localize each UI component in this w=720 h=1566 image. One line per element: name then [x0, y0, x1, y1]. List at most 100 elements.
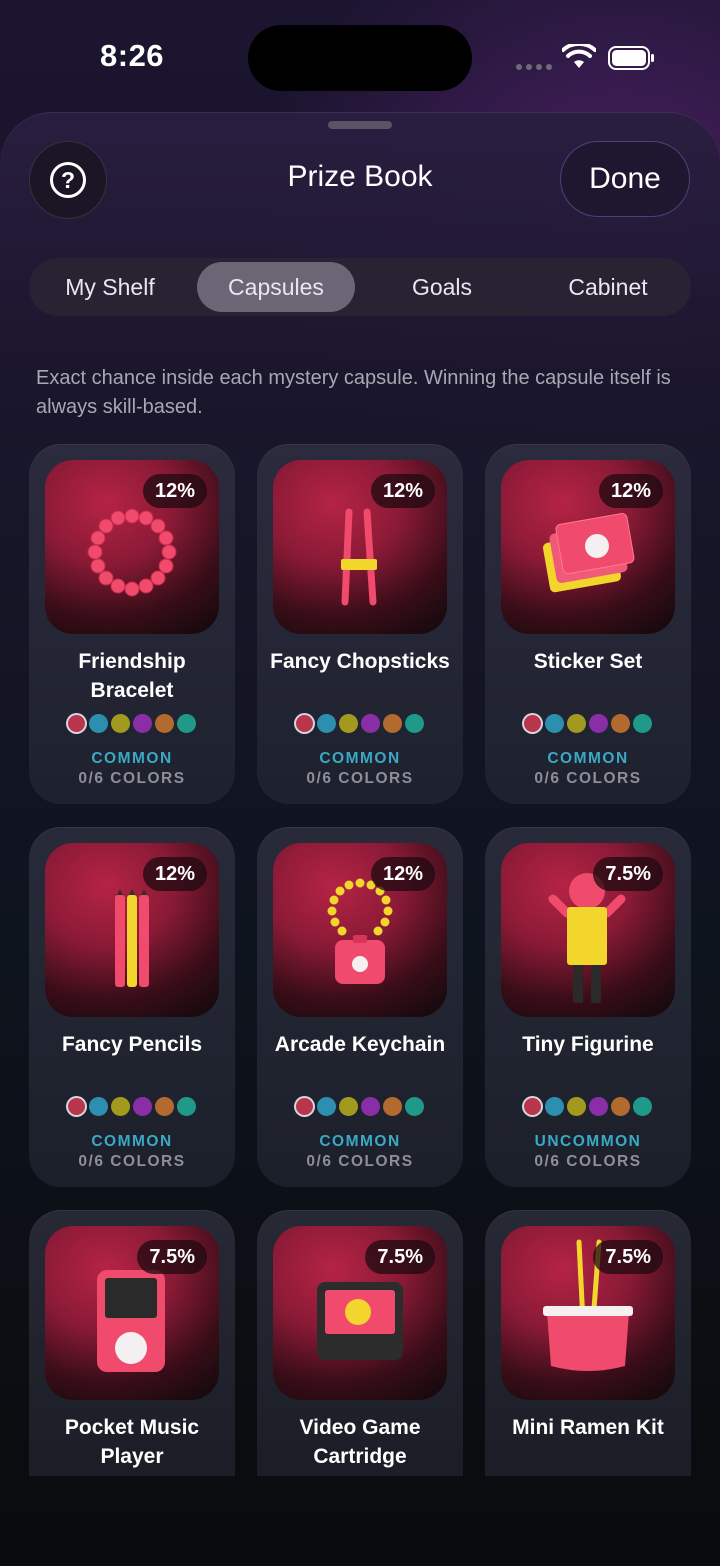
rarity-label: COMMON: [319, 1133, 401, 1150]
tab-goals[interactable]: Goals: [361, 258, 523, 316]
prize-art: 7.5%: [501, 843, 675, 1017]
swatch-olive: [111, 714, 130, 733]
colors-count: 0/6 COLORS: [306, 1153, 414, 1170]
prize-name: Mini Ramen Kit: [512, 1416, 664, 1439]
colors-count: 0/6 COLORS: [306, 770, 414, 787]
prize-art: 7.5%: [501, 1226, 675, 1400]
done-button[interactable]: Done: [560, 141, 690, 217]
chance-badge: 12%: [370, 474, 435, 508]
tab-my-shelf[interactable]: My Shelf: [29, 258, 191, 316]
swatch-orange: [383, 714, 402, 733]
swatch-blue: [317, 714, 336, 733]
chance-badge: 12%: [370, 857, 435, 891]
swatch-red: [68, 1098, 85, 1115]
swatch-purple: [589, 714, 608, 733]
prize-name: Video Game Cartridge: [299, 1416, 421, 1468]
swatch-orange: [611, 714, 630, 733]
battery-icon: [608, 46, 654, 70]
rarity-label: UNCOMMON: [534, 1133, 642, 1150]
swatch-purple: [361, 714, 380, 733]
prize-art: 7.5%: [273, 1226, 447, 1400]
colors-count: 0/6 COLORS: [78, 770, 186, 787]
tab-bar: My Shelf Capsules Goals Cabinet: [29, 258, 691, 316]
color-swatches: [67, 1097, 196, 1116]
color-swatches: [295, 714, 424, 733]
swatch-olive: [339, 714, 358, 733]
prize-art: 12%: [45, 843, 219, 1017]
chance-badge: 7.5%: [137, 1240, 207, 1274]
swatch-teal: [405, 714, 424, 733]
cellular-signal-icon: [516, 64, 552, 70]
chance-badge: 12%: [598, 474, 663, 508]
swatch-orange: [155, 714, 174, 733]
chance-badge: 7.5%: [593, 857, 663, 891]
rarity-label: COMMON: [91, 1133, 173, 1150]
prize-card-friendship-bracelet[interactable]: 12% Friendship Bracelet COMMON 0/6 COLOR…: [29, 444, 235, 804]
status-time: 8:26: [100, 38, 165, 73]
color-swatches: [295, 1097, 424, 1116]
prize-art: 12%: [45, 460, 219, 634]
prize-card-pocket-music-player[interactable]: 7.5% Pocket Music Player: [29, 1210, 235, 1476]
prize-card-tiny-figurine[interactable]: 7.5% Tiny Figurine UNCOMMON 0/6 COLORS: [485, 827, 691, 1187]
color-swatches: [523, 714, 652, 733]
prize-card-mini-ramen-kit[interactable]: 7.5% Mini Ramen Kit: [485, 1210, 691, 1476]
swatch-teal: [177, 714, 196, 733]
prize-card-fancy-pencils[interactable]: 12% Fancy Pencils COMMON 0/6 COLORS: [29, 827, 235, 1187]
chance-badge: 12%: [142, 474, 207, 508]
tab-cabinet[interactable]: Cabinet: [525, 258, 691, 316]
swatch-orange: [611, 1097, 630, 1116]
colors-count: 0/6 COLORS: [534, 1153, 642, 1170]
color-swatches: [523, 1097, 652, 1116]
prize-art: 7.5%: [45, 1226, 219, 1400]
swatch-olive: [111, 1097, 130, 1116]
prize-card-arcade-keychain[interactable]: 12% Arcade Keychain COMMON 0/6 COLORS: [257, 827, 463, 1187]
swatch-red: [68, 715, 85, 732]
swatch-orange: [383, 1097, 402, 1116]
prize-art: 12%: [501, 460, 675, 634]
prize-card-sticker-set[interactable]: 12% Sticker Set COMMON 0/6 COLORS: [485, 444, 691, 804]
colors-count: 0/6 COLORS: [78, 1153, 186, 1170]
colors-count: 0/6 COLORS: [534, 770, 642, 787]
tab-capsules[interactable]: Capsules: [197, 262, 355, 312]
sheet-grabber[interactable]: [328, 121, 392, 129]
chance-badge: 12%: [142, 857, 207, 891]
swatch-teal: [633, 714, 652, 733]
prize-art: 12%: [273, 843, 447, 1017]
prize-name: Sticker Set: [533, 650, 643, 673]
swatch-red: [296, 1098, 313, 1115]
swatch-teal: [405, 1097, 424, 1116]
color-swatches: [67, 714, 196, 733]
prize-name: Arcade Keychain: [274, 1033, 446, 1056]
swatch-red: [524, 1098, 541, 1115]
intro-text: Exact chance inside each mystery capsule…: [36, 367, 671, 418]
swatch-purple: [133, 1097, 152, 1116]
chance-badge: 7.5%: [593, 1240, 663, 1274]
chance-badge: 7.5%: [365, 1240, 435, 1274]
prize-card-video-game-cartridge[interactable]: 7.5% Video Game Cartridge: [257, 1210, 463, 1476]
swatch-purple: [589, 1097, 608, 1116]
swatch-olive: [567, 714, 586, 733]
swatch-olive: [339, 1097, 358, 1116]
rarity-label: COMMON: [91, 750, 173, 767]
wifi-icon: [562, 44, 596, 68]
rarity-label: COMMON: [319, 750, 401, 767]
swatch-blue: [89, 714, 108, 733]
swatch-orange: [155, 1097, 174, 1116]
swatch-teal: [177, 1097, 196, 1116]
prize-name: Pocket Music Player: [64, 1416, 200, 1468]
swatch-blue: [545, 1097, 564, 1116]
prize-name: Fancy Chopsticks: [270, 650, 450, 673]
swatch-olive: [567, 1097, 586, 1116]
swatch-blue: [89, 1097, 108, 1116]
swatch-blue: [317, 1097, 336, 1116]
swatch-red: [296, 715, 313, 732]
prize-name: Fancy Pencils: [61, 1033, 203, 1056]
swatch-purple: [133, 714, 152, 733]
prize-art: 12%: [273, 460, 447, 634]
swatch-teal: [633, 1097, 652, 1116]
prize-card-fancy-chopsticks[interactable]: 12% Fancy Chopsticks COMMON 0/6 COLORS: [257, 444, 463, 804]
prize-name: Tiny Figurine: [522, 1033, 654, 1056]
prize-name: Friendship Bracelet: [78, 650, 186, 702]
swatch-purple: [361, 1097, 380, 1116]
screen: 8:26 ? Prize Book Done My Shelf Capsules…: [0, 0, 720, 1566]
